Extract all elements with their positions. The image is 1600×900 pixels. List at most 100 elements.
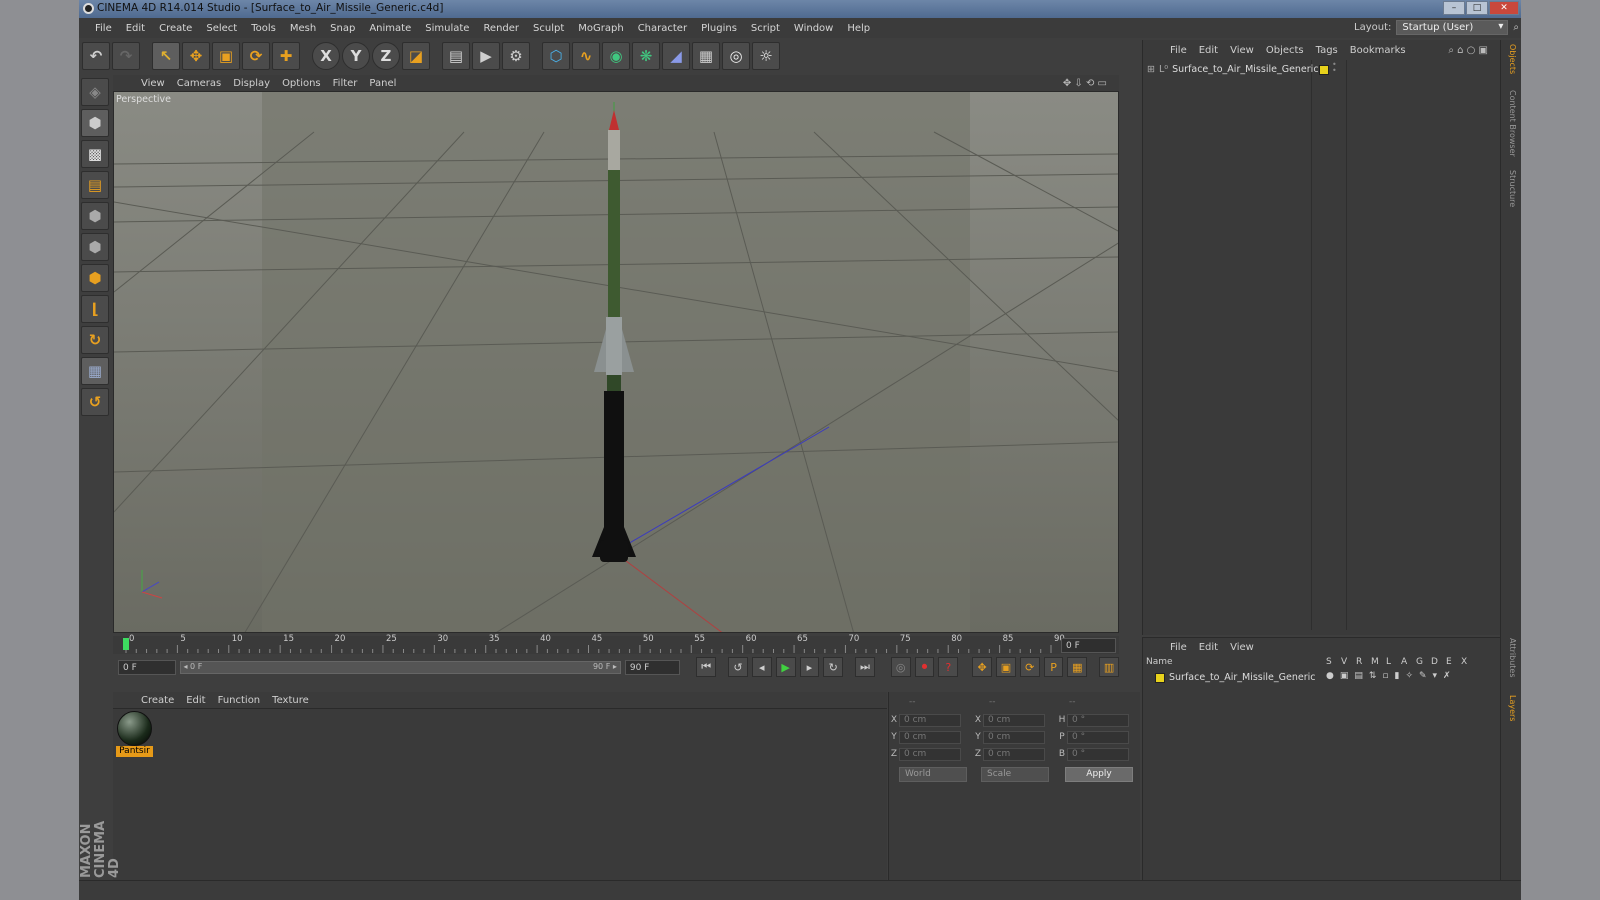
obj-menu-view[interactable]: View: [1224, 45, 1260, 56]
maximize-button[interactable]: □: [1466, 1, 1488, 15]
menu-tools[interactable]: Tools: [244, 23, 283, 34]
render-picture-viewer-icon[interactable]: ▶: [472, 42, 500, 70]
menu-file[interactable]: File: [88, 23, 119, 34]
rot-b-field[interactable]: 0 °: [1067, 747, 1129, 761]
menu-help[interactable]: Help: [840, 23, 877, 34]
floor-scene-icon[interactable]: ▦: [692, 42, 720, 70]
timeline-window-icon[interactable]: ▥: [1099, 657, 1120, 677]
pos-y-field[interactable]: 0 cm: [899, 730, 961, 744]
make-editable-icon[interactable]: ◈: [81, 78, 109, 106]
record-pla-icon[interactable]: ▦: [1067, 657, 1088, 677]
layer-header-g[interactable]: G: [1416, 657, 1423, 667]
layer-header-d[interactable]: D: [1431, 657, 1438, 667]
apply-button[interactable]: Apply: [1065, 767, 1133, 782]
material-menu-create[interactable]: Create: [135, 695, 180, 706]
layer-menu-file[interactable]: File: [1164, 642, 1193, 653]
layer-header-l[interactable]: L: [1386, 657, 1391, 667]
layer-menu-view[interactable]: View: [1224, 642, 1260, 653]
minimize-button[interactable]: –: [1443, 1, 1465, 15]
layer-color-swatch[interactable]: [1155, 672, 1165, 683]
next-frame-icon[interactable]: ▸: [799, 657, 820, 677]
viewport-menu-cameras[interactable]: Cameras: [171, 78, 227, 89]
record-rotation-icon[interactable]: ⟳: [1019, 657, 1040, 677]
menu-mograph[interactable]: MoGraph: [571, 23, 630, 34]
viewport-nav-icons[interactable]: ✥ ⇩ ⟲ ▭: [1057, 78, 1113, 89]
workplane-mode-icon[interactable]: ▤: [81, 171, 109, 199]
go-to-start-icon[interactable]: ⏮: [696, 657, 717, 677]
layer-header-s[interactable]: S: [1326, 657, 1332, 667]
autokey-icon[interactable]: ⏺: [914, 657, 935, 677]
camera-icon[interactable]: ◎: [722, 42, 750, 70]
material-menu-function[interactable]: Function: [212, 695, 267, 706]
obj-menu-objects[interactable]: Objects: [1260, 45, 1310, 56]
keyframe-selection-icon[interactable]: ?: [938, 657, 959, 677]
material-menu-edit[interactable]: Edit: [180, 695, 211, 706]
timeline-ruler[interactable]: 0 5 10 15 20 25 30 35 40 45 50 55 60 65 70 75 80 85 90 0 F: [113, 634, 1119, 654]
size-z-field[interactable]: 0 cm: [983, 747, 1045, 761]
record-position-icon[interactable]: ✥: [972, 657, 992, 677]
tab-layers[interactable]: Layers: [1504, 695, 1517, 721]
menu-edit[interactable]: Edit: [119, 23, 152, 34]
menu-simulate[interactable]: Simulate: [418, 23, 476, 34]
scale-tool-icon[interactable]: ▣: [212, 42, 240, 70]
obj-menu-file[interactable]: File: [1164, 45, 1193, 56]
layer-header-r[interactable]: R: [1356, 657, 1362, 667]
coordinate-system-icon[interactable]: ◪: [402, 42, 430, 70]
spline-icon[interactable]: ∿: [572, 42, 600, 70]
material-thumbnail[interactable]: Pantsir: [116, 711, 153, 758]
previous-key-icon[interactable]: ↺: [728, 657, 748, 677]
layer-header-x[interactable]: X: [1461, 657, 1467, 667]
render-view-icon[interactable]: ▤: [442, 42, 470, 70]
coordinate-space-dropdown[interactable]: World: [899, 767, 967, 782]
play-icon[interactable]: ▶: [775, 657, 796, 677]
layer-name[interactable]: Surface_to_Air_Missile_Generic: [1169, 672, 1315, 683]
nurbs-icon[interactable]: ◉: [602, 42, 630, 70]
undo-button[interactable]: ↶: [82, 42, 110, 70]
tab-structure[interactable]: Structure: [1504, 170, 1517, 207]
go-to-end-icon[interactable]: ⏭: [855, 657, 875, 677]
cube-primitive-icon[interactable]: ⬡: [542, 42, 570, 70]
light-icon[interactable]: ☼: [752, 42, 780, 70]
y-axis-lock-button[interactable]: Y: [342, 42, 370, 70]
pos-x-field[interactable]: 0 cm: [899, 713, 961, 727]
layer-row[interactable]: Surface_to_Air_Missile_Generic: [1155, 672, 1315, 683]
menu-animate[interactable]: Animate: [362, 23, 418, 34]
rot-h-field[interactable]: 0 °: [1067, 713, 1129, 727]
end-frame-field[interactable]: 90 F: [624, 659, 681, 675]
rot-p-field[interactable]: 0 °: [1067, 730, 1129, 744]
viewport-menu-panel[interactable]: Panel: [363, 78, 402, 89]
layout-dropdown[interactable]: Startup (User): [1396, 20, 1509, 35]
deformer-icon[interactable]: ◢: [662, 42, 690, 70]
current-frame-field[interactable]: 0 F: [1061, 638, 1116, 653]
layer-header-v[interactable]: V: [1341, 657, 1347, 667]
record-scale-icon[interactable]: ▣: [996, 657, 1016, 677]
close-button[interactable]: ✕: [1489, 1, 1519, 15]
material-menu-texture[interactable]: Texture: [266, 695, 315, 706]
z-axis-lock-button[interactable]: Z: [372, 42, 400, 70]
menu-sculpt[interactable]: Sculpt: [526, 23, 571, 34]
points-mode-icon[interactable]: ⬢: [81, 202, 109, 230]
locked-workplane-icon[interactable]: ↺: [81, 388, 109, 416]
menu-mesh[interactable]: Mesh: [283, 23, 323, 34]
obj-menu-tags[interactable]: Tags: [1310, 45, 1344, 56]
obj-menu-edit[interactable]: Edit: [1193, 45, 1224, 56]
size-y-field[interactable]: 0 cm: [983, 730, 1045, 744]
size-x-field[interactable]: 0 cm: [983, 713, 1045, 727]
redo-button[interactable]: ↷: [112, 42, 140, 70]
menu-script[interactable]: Script: [744, 23, 787, 34]
move-tool-icon[interactable]: ✥: [182, 42, 210, 70]
texture-mode-icon[interactable]: ▩: [81, 140, 109, 168]
tab-content-browser[interactable]: Content Browser: [1504, 90, 1517, 157]
menu-window[interactable]: Window: [787, 23, 840, 34]
menu-render[interactable]: Render: [476, 23, 526, 34]
layer-header-e[interactable]: E: [1446, 657, 1452, 667]
layer-header-name[interactable]: Name: [1146, 657, 1173, 667]
3d-viewport[interactable]: Perspective: [113, 91, 1119, 633]
viewport-menu-view[interactable]: View: [135, 78, 171, 89]
layer-menu-edit[interactable]: Edit: [1193, 642, 1224, 653]
object-manager-tool-icons[interactable]: ⌕ ⌂ ○ ▣: [1442, 45, 1494, 56]
edges-mode-icon[interactable]: ⬢: [81, 233, 109, 261]
visibility-dots-icon[interactable]: • •: [1332, 61, 1337, 75]
viewport-menu-filter[interactable]: Filter: [327, 78, 364, 89]
layer-header-a[interactable]: A: [1401, 657, 1407, 667]
